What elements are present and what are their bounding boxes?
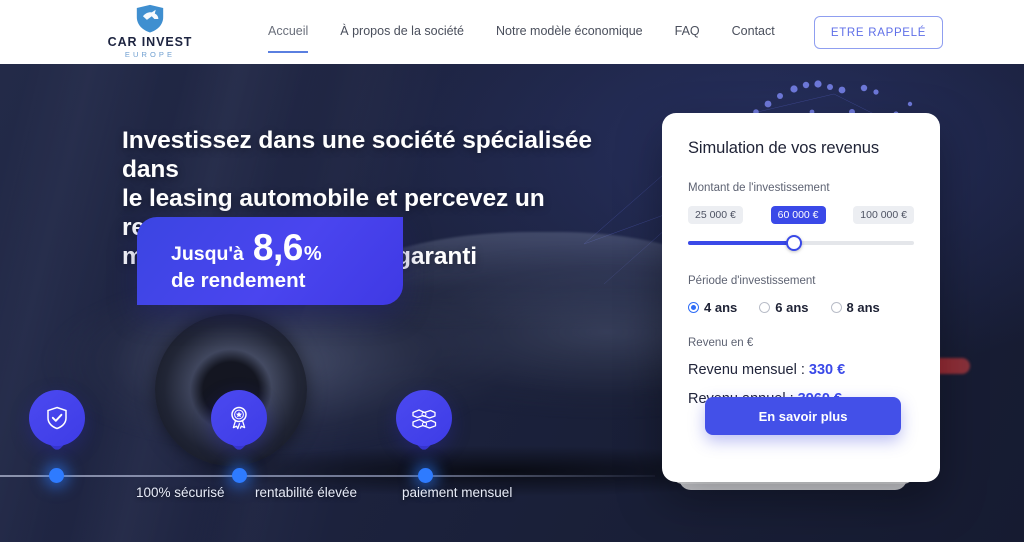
nav-item-modele-economique[interactable]: Notre modèle économique: [496, 24, 643, 41]
nav-item-contact[interactable]: Contact: [732, 24, 775, 41]
site-header: CAR INVEST EUROPE Accueil À propos de la…: [0, 0, 1024, 64]
feature-pin-monthly-payment[interactable]: [396, 390, 452, 458]
feature-pin-profitability[interactable]: [211, 390, 267, 458]
main-nav: Accueil À propos de la société Notre mod…: [268, 0, 807, 64]
monthly-revenue-row: Revenu mensuel : 330 €: [688, 362, 914, 378]
yield-badge-prefix: Jusqu'à: [171, 242, 244, 265]
feature-dot-secured: [49, 468, 64, 483]
period-label-6-ans: 6 ans: [775, 300, 809, 315]
period-option-6-ans[interactable]: 6 ans: [759, 300, 809, 315]
yield-badge-percent: %: [303, 242, 322, 265]
radio-icon-8-ans: [830, 302, 842, 313]
simulator-title: Simulation de vos revenus: [688, 139, 880, 157]
investment-amount-slider[interactable]: [688, 235, 914, 251]
feature-label-monthly-payment: paiement mensuel: [402, 485, 513, 500]
learn-more-button[interactable]: En savoir plus: [705, 397, 901, 435]
nav-item-a-propos[interactable]: À propos de la société: [340, 24, 464, 41]
period-label-8-ans: 8 ans: [846, 300, 880, 315]
period-option-8-ans[interactable]: 8 ans: [830, 300, 880, 315]
feature-dot-monthly-payment: [418, 468, 433, 483]
landing-page: CAR INVEST EUROPE Accueil À propos de la…: [0, 0, 1024, 542]
feature-pin-secured[interactable]: [29, 390, 85, 458]
feature-label-profitability: rentabilité élevée: [255, 485, 358, 500]
amount-chip-max[interactable]: 100 000 €: [853, 206, 914, 224]
hand-money-icon: [412, 409, 437, 429]
yield-badge-caption: de rendement: [171, 268, 306, 292]
period-option-4-ans[interactable]: 4 ans: [688, 300, 737, 315]
feature-dot-profitability: [232, 468, 247, 483]
monthly-revenue-value: 330 €: [808, 362, 846, 378]
logo-subtitle: EUROPE: [124, 50, 176, 59]
shield-check-icon: [47, 406, 67, 430]
investment-amount-label: Montant de l'investissement: [688, 182, 830, 194]
feature-label-secured: 100% sécurisé: [136, 485, 225, 500]
yield-badge: Jusqu'à 8,6 % de rendement: [137, 217, 403, 305]
investment-period-radio-group: 4 ans 6 ans 8 ans: [688, 300, 914, 315]
period-label-4-ans: 4 ans: [704, 300, 738, 315]
logo-name: CAR INVEST: [107, 35, 193, 49]
slider-thumb[interactable]: [786, 235, 803, 251]
logo[interactable]: CAR INVEST EUROPE: [104, 4, 196, 60]
award-ribbon-icon: [231, 406, 247, 430]
amount-chip-current[interactable]: 60 000 €: [770, 206, 826, 224]
investment-period-label: Période d'investissement: [688, 275, 816, 287]
revenue-simulator-card: Simulation de vos revenus Montant de l'i…: [662, 113, 940, 482]
hero-headline-line-1: Investissez dans une société spécialisée…: [122, 127, 592, 183]
feature-rail: [0, 475, 655, 477]
nav-item-faq[interactable]: FAQ: [675, 24, 700, 41]
slider-fill: [688, 241, 795, 245]
amount-chip-min[interactable]: 25 000 €: [688, 206, 743, 224]
amount-chips: 25 000 € 60 000 € 100 000 €: [688, 206, 914, 224]
nav-item-accueil[interactable]: Accueil: [268, 24, 309, 53]
feature-pins: 100% sécurisé rentabilité élevée paiemen…: [0, 390, 660, 540]
yield-badge-number: 8,6: [252, 226, 303, 268]
callback-button[interactable]: ETRE RAPPELÉ: [814, 16, 943, 49]
radio-icon-4-ans: [688, 302, 699, 313]
monthly-revenue-label: Revenu mensuel :: [688, 362, 809, 378]
revenue-section-label: Revenu en €: [688, 337, 754, 349]
shield-car-icon: [136, 4, 164, 33]
radio-icon-6-ans: [759, 302, 771, 313]
